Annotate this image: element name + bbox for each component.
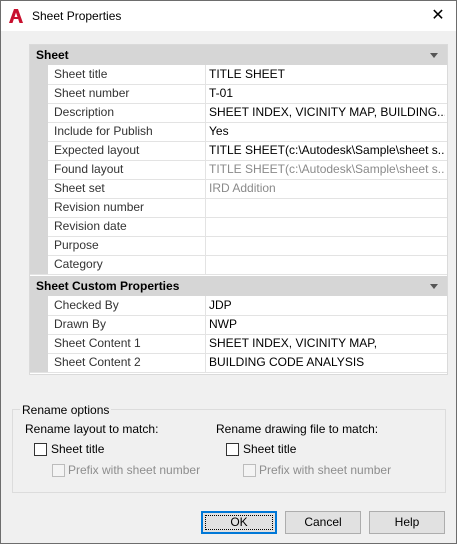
property-row[interactable]: Category: [30, 255, 447, 275]
layout-prefix-label[interactable]: Prefix with sheet number: [68, 463, 200, 477]
row-gutter: [30, 315, 48, 334]
drawing-prefix-label[interactable]: Prefix with sheet number: [259, 463, 391, 477]
help-button-label: Help: [394, 515, 420, 529]
column-divider: [205, 217, 206, 236]
row-gutter: [30, 334, 48, 353]
property-row[interactable]: Found layout TITLE SHEET(c:\Autodesk\Samp…: [30, 160, 447, 180]
property-name: Checked By: [54, 298, 119, 312]
column-divider: [205, 198, 206, 217]
property-name: Drawn By: [54, 317, 107, 331]
property-row[interactable]: Description SHEET INDEX, VICINITY MAP, BU…: [30, 103, 447, 123]
rename-drawing-label: Rename drawing file to match:: [216, 422, 379, 436]
ok-button[interactable]: OK: [201, 511, 277, 534]
property-row[interactable]: Sheet Content 1 SHEET INDEX, VICINITY MAP…: [30, 334, 447, 354]
category-custom-label: Sheet Custom Properties: [36, 279, 180, 293]
category-sheet-label: Sheet: [36, 48, 69, 62]
property-row[interactable]: Purpose: [30, 236, 447, 256]
properties-grid: Sheet Sheet title TITLE SHEET Sheet number…: [29, 44, 448, 375]
column-divider: [205, 65, 206, 84]
property-row[interactable]: Revision number: [30, 198, 447, 218]
row-gutter: [30, 255, 48, 274]
cancel-button[interactable]: Cancel: [285, 511, 361, 534]
property-name: Revision number: [54, 200, 145, 214]
property-row[interactable]: Sheet number T-01: [30, 84, 447, 104]
column-divider: [205, 315, 206, 334]
property-value[interactable]: NWP: [209, 315, 445, 334]
column-divider: [205, 296, 206, 315]
property-name: Include for Publish: [54, 124, 153, 138]
property-name: Sheet set: [54, 181, 105, 195]
row-gutter: [30, 160, 48, 179]
property-name: Purpose: [54, 238, 99, 252]
column-divider: [205, 353, 206, 372]
property-name: Sheet Content 2: [54, 355, 141, 369]
collapse-chevron-icon[interactable]: [430, 284, 438, 289]
property-value[interactable]: SHEET INDEX, VICINITY MAP,: [209, 334, 445, 353]
rename-layout-label: Rename layout to match:: [25, 422, 159, 436]
drawing-prefix-checkbox[interactable]: [243, 464, 256, 477]
column-divider: [205, 84, 206, 103]
property-row[interactable]: Expected layout TITLE SHEET(c:\Autodesk\S…: [30, 141, 447, 161]
row-gutter: [30, 84, 48, 103]
close-button[interactable]: ✕: [420, 1, 456, 31]
property-row[interactable]: Drawn By NWP: [30, 315, 447, 335]
cancel-button-label: Cancel: [304, 515, 342, 529]
layout-sheet-title-checkbox[interactable]: [34, 443, 47, 456]
autocad-logo-icon: [9, 9, 23, 23]
property-name: Sheet Content 1: [54, 336, 141, 350]
column-divider: [205, 160, 206, 179]
row-gutter: [30, 236, 48, 255]
property-name: Found layout: [54, 162, 124, 176]
property-name: Category: [54, 257, 103, 271]
collapse-chevron-icon[interactable]: [430, 53, 438, 58]
property-row[interactable]: Sheet title TITLE SHEET: [30, 65, 447, 85]
row-gutter: [30, 217, 48, 236]
category-sheet[interactable]: Sheet: [30, 45, 447, 65]
close-icon: ✕: [431, 7, 445, 24]
property-row[interactable]: Include for Publish Yes: [30, 122, 447, 142]
column-divider: [205, 255, 206, 274]
property-value[interactable]: TITLE SHEET: [209, 65, 445, 84]
row-gutter: [30, 122, 48, 141]
drawing-sheet-title-label[interactable]: Sheet title: [243, 442, 296, 456]
row-gutter: [30, 141, 48, 160]
property-name: Expected layout: [54, 143, 140, 157]
column-divider: [205, 103, 206, 122]
property-value[interactable]: TITLE SHEET(c:\Autodesk\Sample\sheet s..…: [209, 141, 445, 160]
property-row[interactable]: Checked By JDP: [30, 296, 447, 316]
layout-prefix-checkbox[interactable]: [52, 464, 65, 477]
row-gutter: [30, 65, 48, 84]
property-value[interactable]: JDP: [209, 296, 445, 315]
property-value[interactable]: TITLE SHEET(c:\Autodesk\Sample\sheet s..…: [209, 160, 445, 179]
property-name: Description: [54, 105, 115, 119]
property-row[interactable]: Sheet set IRD Addition: [30, 179, 447, 199]
help-button[interactable]: Help: [369, 511, 445, 534]
drawing-sheet-title-checkbox[interactable]: [226, 443, 239, 456]
column-divider: [205, 141, 206, 160]
row-gutter: [30, 179, 48, 198]
title-bar: Sheet Properties ✕: [1, 1, 456, 31]
property-name: Sheet number: [54, 86, 130, 100]
property-row[interactable]: Sheet Content 2 BUILDING CODE ANALYSIS: [30, 353, 447, 373]
column-divider: [205, 179, 206, 198]
column-divider: [205, 334, 206, 353]
column-divider: [205, 236, 206, 255]
property-value[interactable]: SHEET INDEX, VICINITY MAP, BUILDING...: [209, 103, 445, 122]
row-gutter: [30, 296, 48, 315]
window-title: Sheet Properties: [32, 9, 122, 23]
category-custom-properties[interactable]: Sheet Custom Properties: [30, 276, 447, 296]
property-name: Revision date: [54, 219, 127, 233]
property-row[interactable]: Revision date: [30, 217, 447, 237]
property-value[interactable]: IRD Addition: [209, 179, 445, 198]
rename-options-legend: Rename options: [20, 403, 112, 417]
column-divider: [205, 122, 206, 141]
row-gutter: [30, 103, 48, 122]
row-gutter: [30, 353, 48, 372]
property-name: Sheet title: [54, 67, 108, 81]
layout-sheet-title-label[interactable]: Sheet title: [51, 442, 104, 456]
property-value[interactable]: BUILDING CODE ANALYSIS: [209, 353, 445, 372]
property-value[interactable]: Yes: [209, 122, 445, 141]
property-value[interactable]: T-01: [209, 84, 445, 103]
row-gutter: [30, 198, 48, 217]
